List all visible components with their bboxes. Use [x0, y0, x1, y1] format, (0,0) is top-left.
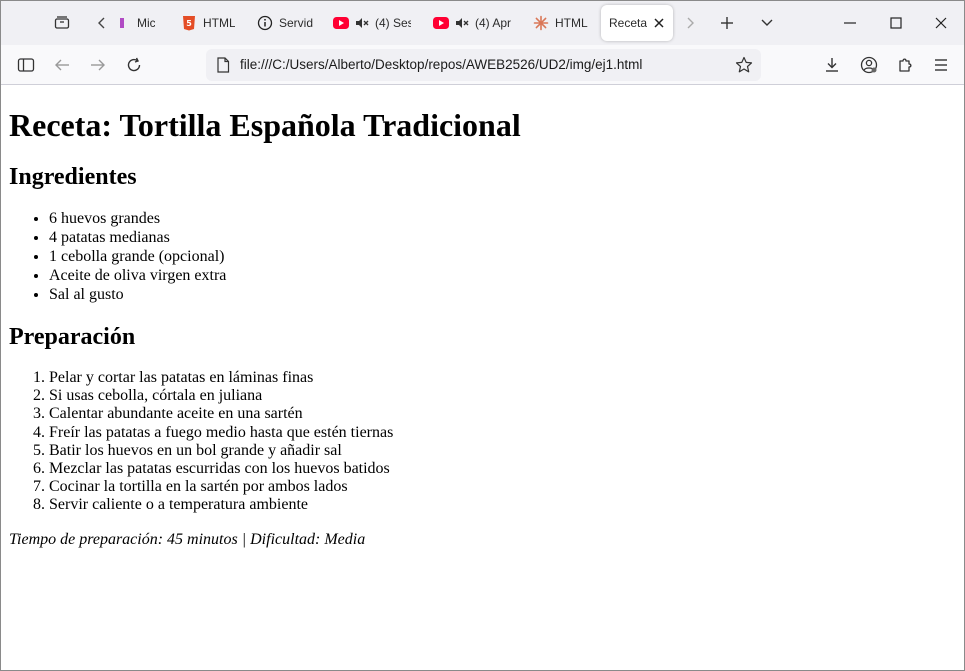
forward-arrow-icon[interactable]	[83, 50, 113, 80]
ingredient-item: 6 huevos grandes	[49, 209, 956, 228]
ingredients-list: 6 huevos grandes 4 patatas medianas 1 ce…	[9, 209, 956, 304]
ingredient-item: Aceite de oliva virgen extra	[49, 266, 956, 285]
new-tab-plus-icon[interactable]	[713, 7, 741, 39]
tab-servidor[interactable]: Servid	[249, 5, 321, 41]
close-tab-icon[interactable]	[653, 17, 665, 29]
minimize-window-icon[interactable]	[827, 1, 873, 45]
back-arrow-icon[interactable]	[47, 50, 77, 80]
tab-groups-icon[interactable]	[47, 7, 77, 39]
scroll-tabs-left-icon[interactable]	[91, 7, 113, 39]
account-icon[interactable]	[854, 50, 884, 80]
sidebar-toggle-icon[interactable]	[11, 50, 41, 80]
step-item: Si usas cebolla, córtala en juliana	[49, 387, 956, 405]
preparation-heading: Preparación	[9, 324, 136, 350]
youtube-favicon	[333, 15, 349, 31]
ingredient-item: 4 patatas medianas	[49, 228, 956, 247]
step-item: Calentar abundante aceite en una sartén	[49, 405, 956, 423]
microsoft-favicon	[115, 15, 131, 31]
tab-microsoft[interactable]: Micros	[113, 5, 163, 41]
hamburger-menu-icon[interactable]	[926, 50, 956, 80]
bookmark-star-icon[interactable]	[735, 56, 753, 79]
ingredient-item: 1 cebolla grande (opcional)	[49, 247, 956, 266]
scroll-tabs-right-icon[interactable]	[679, 7, 701, 39]
close-window-icon[interactable]	[918, 1, 964, 45]
page-title: Receta: Tortilla Española Tradicional	[9, 107, 521, 143]
tab-html[interactable]: 5 HTML	[173, 5, 243, 41]
step-item: Batir los huevos en un bol grande y añad…	[49, 442, 956, 460]
muted-speaker-icon[interactable]	[455, 17, 469, 29]
step-item: Servir caliente o a temperatura ambiente	[49, 496, 956, 514]
info-icon	[257, 15, 273, 31]
claude-favicon	[533, 15, 549, 31]
preparation-steps-list: Pelar y cortar las patatas en láminas fi…	[9, 369, 956, 515]
page-content: Receta: Tortilla Española Tradicional In…	[1, 86, 964, 670]
youtube-favicon	[433, 15, 449, 31]
svg-text:5: 5	[186, 19, 192, 28]
extensions-puzzle-icon[interactable]	[890, 50, 920, 80]
step-item: Pelar y cortar las patatas en láminas fi…	[49, 369, 956, 387]
tab-strip: Micros 5 HTML Servid (4) Ses	[1, 1, 964, 45]
muted-speaker-icon[interactable]	[355, 17, 369, 29]
tab-receta-active[interactable]: Receta:	[601, 5, 673, 41]
tab-youtube-1[interactable]: (4) Ses	[325, 5, 419, 41]
url-text: file:///C:/Users/Alberto/Desktop/repos/A…	[240, 57, 643, 72]
step-item: Cocinar la tortilla en la sartén por amb…	[49, 478, 956, 496]
maximize-window-icon[interactable]	[873, 1, 919, 45]
step-item: Freír las patatas a fuego medio hasta qu…	[49, 424, 956, 442]
tab-claude[interactable]: HTML	[525, 5, 597, 41]
page-file-icon	[216, 57, 230, 78]
tab-youtube-2[interactable]: (4) Apr	[425, 5, 519, 41]
navigation-toolbar: file:///C:/Users/Alberto/Desktop/repos/A…	[1, 45, 964, 85]
recipe-meta-footer: Tiempo de preparación: 45 minutos | Difi…	[9, 530, 366, 548]
ingredients-heading: Ingredientes	[9, 164, 137, 190]
ingredient-item: Sal al gusto	[49, 285, 956, 304]
list-all-tabs-chevron-icon[interactable]	[753, 7, 781, 39]
html5-favicon: 5	[181, 15, 197, 31]
reload-icon[interactable]	[119, 50, 149, 80]
downloads-icon[interactable]	[817, 50, 847, 80]
step-item: Mezclar las patatas escurridas con los h…	[49, 460, 956, 478]
browser-window: Micros 5 HTML Servid (4) Ses	[0, 0, 965, 671]
address-bar[interactable]: file:///C:/Users/Alberto/Desktop/repos/A…	[206, 49, 761, 81]
